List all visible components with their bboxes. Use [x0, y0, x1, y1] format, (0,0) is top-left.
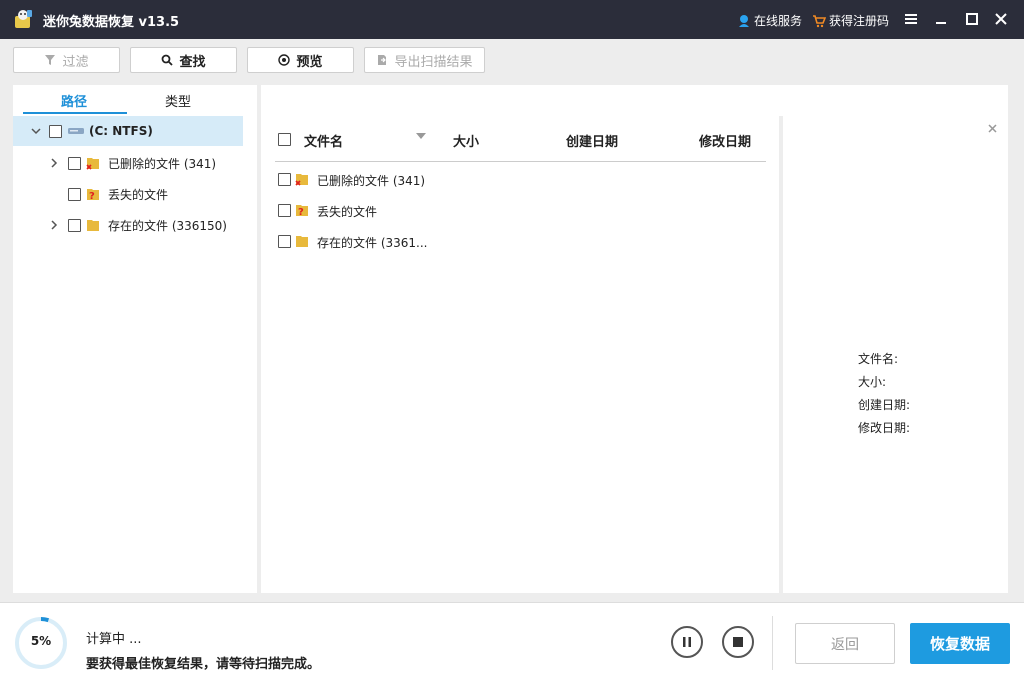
drive-label: (C: NTFS) [89, 124, 153, 138]
deleted-folder-icon [295, 174, 308, 186]
deleted-checkbox[interactable] [68, 157, 81, 170]
detail-created-label: 创建日期: [858, 398, 911, 412]
chevron-right-icon[interactable] [49, 158, 59, 168]
column-header-modified[interactable]: 修改日期 [699, 131, 751, 150]
lost-checkbox[interactable] [68, 188, 81, 201]
toolbar: 过滤 查找 预览 导出扫描结果 [0, 39, 1024, 84]
export-file-icon [378, 55, 387, 65]
preview-label: 预览 [296, 54, 323, 70]
pause-button[interactable] [671, 626, 703, 658]
status-divider [772, 616, 773, 670]
detail-size-label: 大小: [858, 375, 887, 389]
svg-text:?: ? [298, 207, 304, 218]
left-panel: 路径 类型 (C: NTFS) 已删除的文件 (341) ? 丢失的文件 存在的… [13, 85, 257, 593]
online-service-link[interactable]: 在线服务 [737, 12, 802, 29]
cart-icon [813, 14, 826, 27]
sort-arrow-icon[interactable] [416, 133, 426, 139]
file-row-lost[interactable]: 丢失的文件 [317, 203, 377, 220]
row-checkbox[interactable] [278, 204, 291, 217]
existing-label: 存在的文件 (336150) [108, 218, 227, 233]
recover-button[interactable]: 恢复数据 [910, 623, 1010, 664]
detail-modified-label: 修改日期: [858, 421, 911, 435]
minimize-icon[interactable] [932, 10, 950, 28]
tab-path[interactable]: 路径 [23, 91, 125, 110]
select-all-checkbox[interactable] [278, 133, 291, 146]
lost-folder-icon: ? [296, 205, 308, 218]
lost-label: 丢失的文件 [108, 187, 169, 202]
pause-icon [683, 637, 691, 647]
back-button[interactable]: 返回 [795, 623, 895, 664]
filter-label: 过滤 [62, 54, 89, 70]
stop-button[interactable] [722, 626, 754, 658]
get-code-link[interactable]: 获得注册码 [812, 12, 889, 29]
get-code-label: 获得注册码 [829, 14, 890, 28]
status-hint: 要获得最佳恢复结果，请等待扫描完成。 [86, 657, 321, 672]
title-bar: 迷你兔数据恢复 v13.5 在线服务 获得注册码 [0, 0, 1024, 39]
tree-item-deleted[interactable]: 已删除的文件 (341) [13, 148, 243, 178]
search-label: 查找 [179, 54, 206, 70]
drive-checkbox[interactable] [49, 125, 62, 138]
chevron-down-icon[interactable] [31, 126, 41, 136]
drive-icon [68, 128, 84, 134]
status-calculating: 计算中 ... [86, 632, 142, 647]
close-details-icon[interactable] [988, 124, 997, 133]
stop-icon [733, 637, 743, 647]
file-row-existing[interactable]: 存在的文件 (3361... [317, 234, 427, 251]
close-icon[interactable] [992, 10, 1010, 28]
column-header-created[interactable]: 创建日期 [566, 131, 618, 150]
svg-text:?: ? [89, 191, 95, 202]
file-row-deleted[interactable]: 已删除的文件 (341) [317, 172, 425, 189]
tree-item-existing[interactable]: 存在的文件 (336150) [13, 210, 243, 240]
app-logo-icon [15, 10, 32, 28]
eye-icon [278, 54, 291, 66]
menu-icon[interactable] [902, 10, 920, 28]
column-header-size[interactable]: 大小 [453, 131, 479, 150]
tab-strip-fill [261, 85, 1008, 116]
row-checkbox[interactable] [278, 173, 291, 186]
tree-item-drive[interactable]: (C: NTFS) [13, 116, 243, 146]
existing-checkbox[interactable] [68, 219, 81, 232]
support-person-icon [739, 14, 749, 27]
folder-icon [296, 236, 308, 247]
search-icon [162, 54, 174, 66]
tree-item-lost[interactable]: ? 丢失的文件 [13, 179, 243, 209]
column-header-name[interactable]: 文件名 [304, 131, 343, 150]
online-service-label: 在线服务 [754, 14, 803, 28]
deleted-label: 已删除的文件 (341) [108, 156, 217, 171]
funnel-icon [45, 55, 56, 65]
preview-button[interactable]: 预览 [247, 47, 354, 73]
search-button[interactable]: 查找 [130, 47, 237, 73]
row-checkbox[interactable] [278, 235, 291, 248]
export-label: 导出扫描结果 [394, 54, 473, 70]
header-divider [275, 161, 766, 162]
progress-percent: 5% [30, 634, 52, 648]
filter-button[interactable]: 过滤 [13, 47, 120, 73]
maximize-icon[interactable] [963, 10, 981, 28]
folder-icon [87, 220, 99, 231]
detail-name-label: 文件名: [858, 352, 899, 366]
chevron-right-icon[interactable] [49, 220, 59, 230]
deleted-folder-icon [86, 158, 99, 170]
lost-folder-icon: ? [87, 189, 99, 202]
export-button[interactable]: 导出扫描结果 [364, 47, 485, 73]
tab-type[interactable]: 类型 [127, 91, 229, 110]
app-title: 迷你兔数据恢复 v13.5 [43, 15, 180, 30]
tab-underline [23, 112, 127, 114]
